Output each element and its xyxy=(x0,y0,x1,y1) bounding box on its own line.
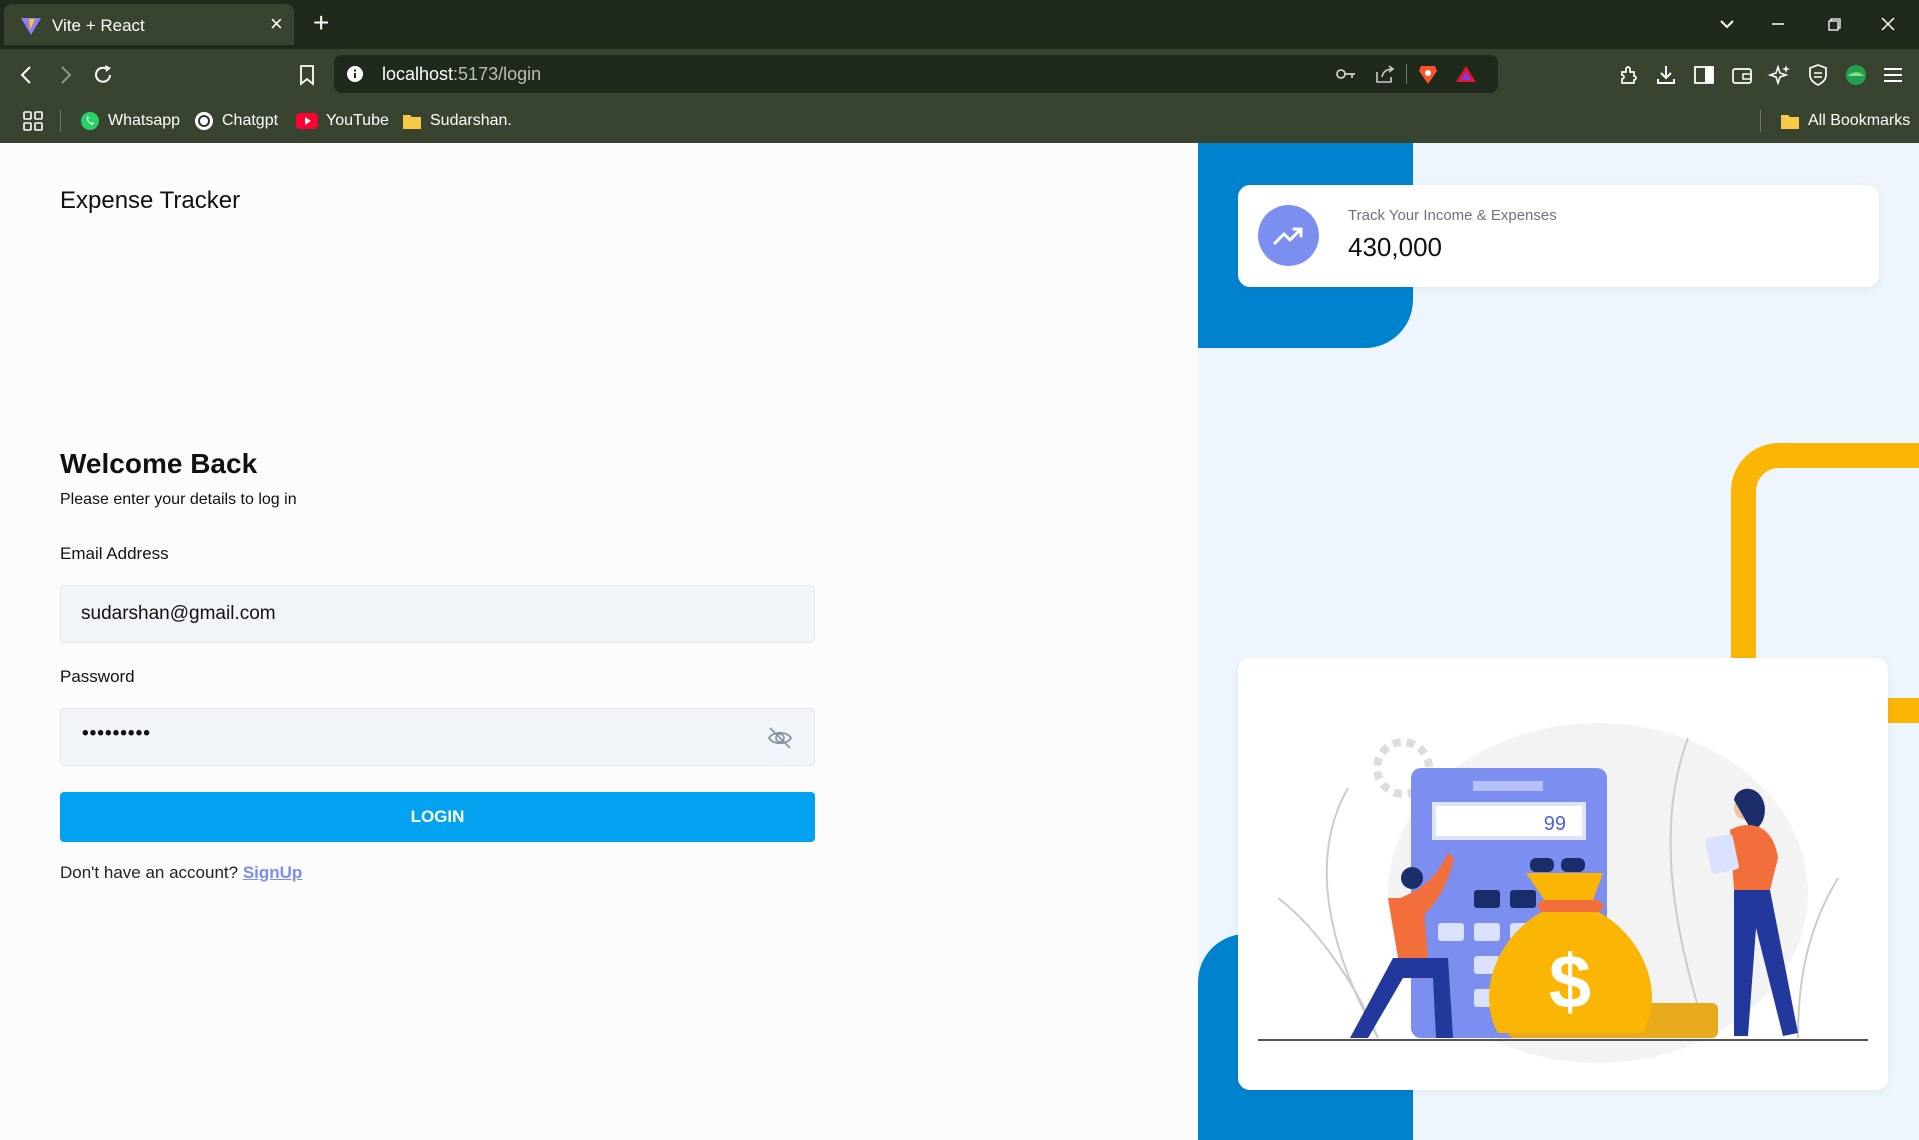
restore-icon[interactable] xyxy=(1822,12,1846,36)
sidebar-icon[interactable] xyxy=(1691,62,1717,88)
finance-illustration: 99 $ xyxy=(1258,723,1868,1063)
vite-favicon-icon xyxy=(21,18,41,35)
folder-icon xyxy=(1781,115,1799,129)
page-viewport: Expense Tracker Welcome Back Please ente… xyxy=(0,143,1919,1140)
browser-toolbar: localhost:5173/login xyxy=(0,49,1919,99)
bookmark-chatgpt[interactable]: Chatgpt xyxy=(194,109,278,133)
whatsapp-icon xyxy=(81,112,99,130)
bookmark-youtube[interactable]: YouTube xyxy=(296,109,389,133)
download-icon[interactable] xyxy=(1653,62,1679,88)
extensions-icon[interactable] xyxy=(1616,62,1642,88)
email-field[interactable] xyxy=(81,586,741,642)
brave-rewards-icon[interactable] xyxy=(1454,63,1478,85)
illustration-card: 99 $ xyxy=(1238,658,1888,1090)
bookmarks-bar: Whatsapp Chatgpt YouTube Sudarshan. All … xyxy=(0,99,1919,143)
bookmark-label: Whatsapp xyxy=(108,112,181,129)
brave-shield-icon[interactable] xyxy=(1416,63,1440,85)
eye-off-icon[interactable] xyxy=(766,725,794,751)
back-icon[interactable] xyxy=(14,62,40,88)
stat-value: 430,000 xyxy=(1348,232,1442,262)
wallet-icon[interactable] xyxy=(1729,62,1755,88)
browser-tab-bar: Vite + React × + xyxy=(0,0,1919,49)
minimize-icon[interactable] xyxy=(1766,12,1790,36)
illustration-pane: Track Your Income & Expenses 430,000 99 xyxy=(1198,143,1919,1140)
profile-icon[interactable] xyxy=(1843,62,1869,88)
signup-prompt: Don't have an account? xyxy=(60,863,239,882)
bookmark-label: Sudarshan. xyxy=(430,112,512,129)
browser-tab[interactable]: Vite + React × xyxy=(4,4,294,45)
bookmark-icon[interactable] xyxy=(294,62,320,88)
bookmarks-separator xyxy=(60,110,61,132)
welcome-title: Welcome Back xyxy=(60,448,258,479)
url-text[interactable]: localhost:5173/login xyxy=(382,64,541,85)
url-host: localhost xyxy=(382,64,454,84)
address-bar[interactable]: localhost:5173/login xyxy=(334,55,1498,93)
password-value: ••••••••• xyxy=(82,723,151,744)
tab-close-icon[interactable]: × xyxy=(270,13,283,35)
trending-up-icon xyxy=(1273,227,1303,245)
login-button[interactable]: LOGIN xyxy=(60,792,815,842)
app-brand: Expense Tracker xyxy=(60,187,241,214)
folder-icon xyxy=(403,115,421,129)
chevron-down-icon[interactable] xyxy=(1716,13,1738,35)
chatgpt-icon xyxy=(195,112,213,130)
money-bag-icon: $ xyxy=(1549,940,1591,1025)
password-label: Password xyxy=(60,667,135,686)
key-icon[interactable] xyxy=(1334,63,1358,85)
youtube-icon xyxy=(296,113,318,129)
bookmark-whatsapp[interactable]: Whatsapp xyxy=(80,109,180,133)
bookmark-label: Chatgpt xyxy=(222,112,279,129)
stats-card: Track Your Income & Expenses 430,000 xyxy=(1238,185,1879,287)
all-bookmarks[interactable]: All Bookmarks xyxy=(1780,109,1910,133)
new-tab-icon[interactable]: + xyxy=(313,9,329,37)
reload-icon[interactable] xyxy=(90,62,116,88)
site-info-icon[interactable] xyxy=(346,65,364,83)
leo-ai-icon[interactable] xyxy=(1767,62,1793,88)
stat-icon-badge xyxy=(1258,205,1319,266)
apps-grid-icon[interactable] xyxy=(21,109,45,133)
url-path: :5173/login xyxy=(453,64,542,84)
signup-link[interactable]: SignUp xyxy=(243,863,303,882)
share-icon[interactable] xyxy=(1373,63,1397,85)
decor-yellow-tab xyxy=(1888,698,1919,723)
tab-title: Vite + React xyxy=(52,16,145,35)
email-label: Email Address xyxy=(60,544,169,563)
forward-icon[interactable] xyxy=(52,62,78,88)
menu-icon[interactable] xyxy=(1880,62,1906,88)
calculator-display: 99 xyxy=(1544,813,1566,835)
login-pane: Expense Tracker Welcome Back Please ente… xyxy=(0,143,1198,1140)
password-field[interactable]: ••••••••• xyxy=(60,708,815,766)
address-separator xyxy=(1406,64,1407,84)
email-field-container xyxy=(60,585,815,643)
signup-row: Don't have an account? SignUp xyxy=(60,863,302,883)
bookmarks-separator xyxy=(1760,110,1761,132)
all-bookmarks-label: All Bookmarks xyxy=(1808,112,1911,129)
close-window-icon[interactable] xyxy=(1876,12,1900,36)
welcome-subtitle: Please enter your details to log in xyxy=(60,491,297,508)
vpn-shield-icon[interactable] xyxy=(1805,62,1831,88)
stat-label: Track Your Income & Expenses xyxy=(1348,207,1557,224)
bookmark-folder-sudarshan[interactable]: Sudarshan. xyxy=(402,109,512,133)
bookmark-label: YouTube xyxy=(326,112,389,129)
